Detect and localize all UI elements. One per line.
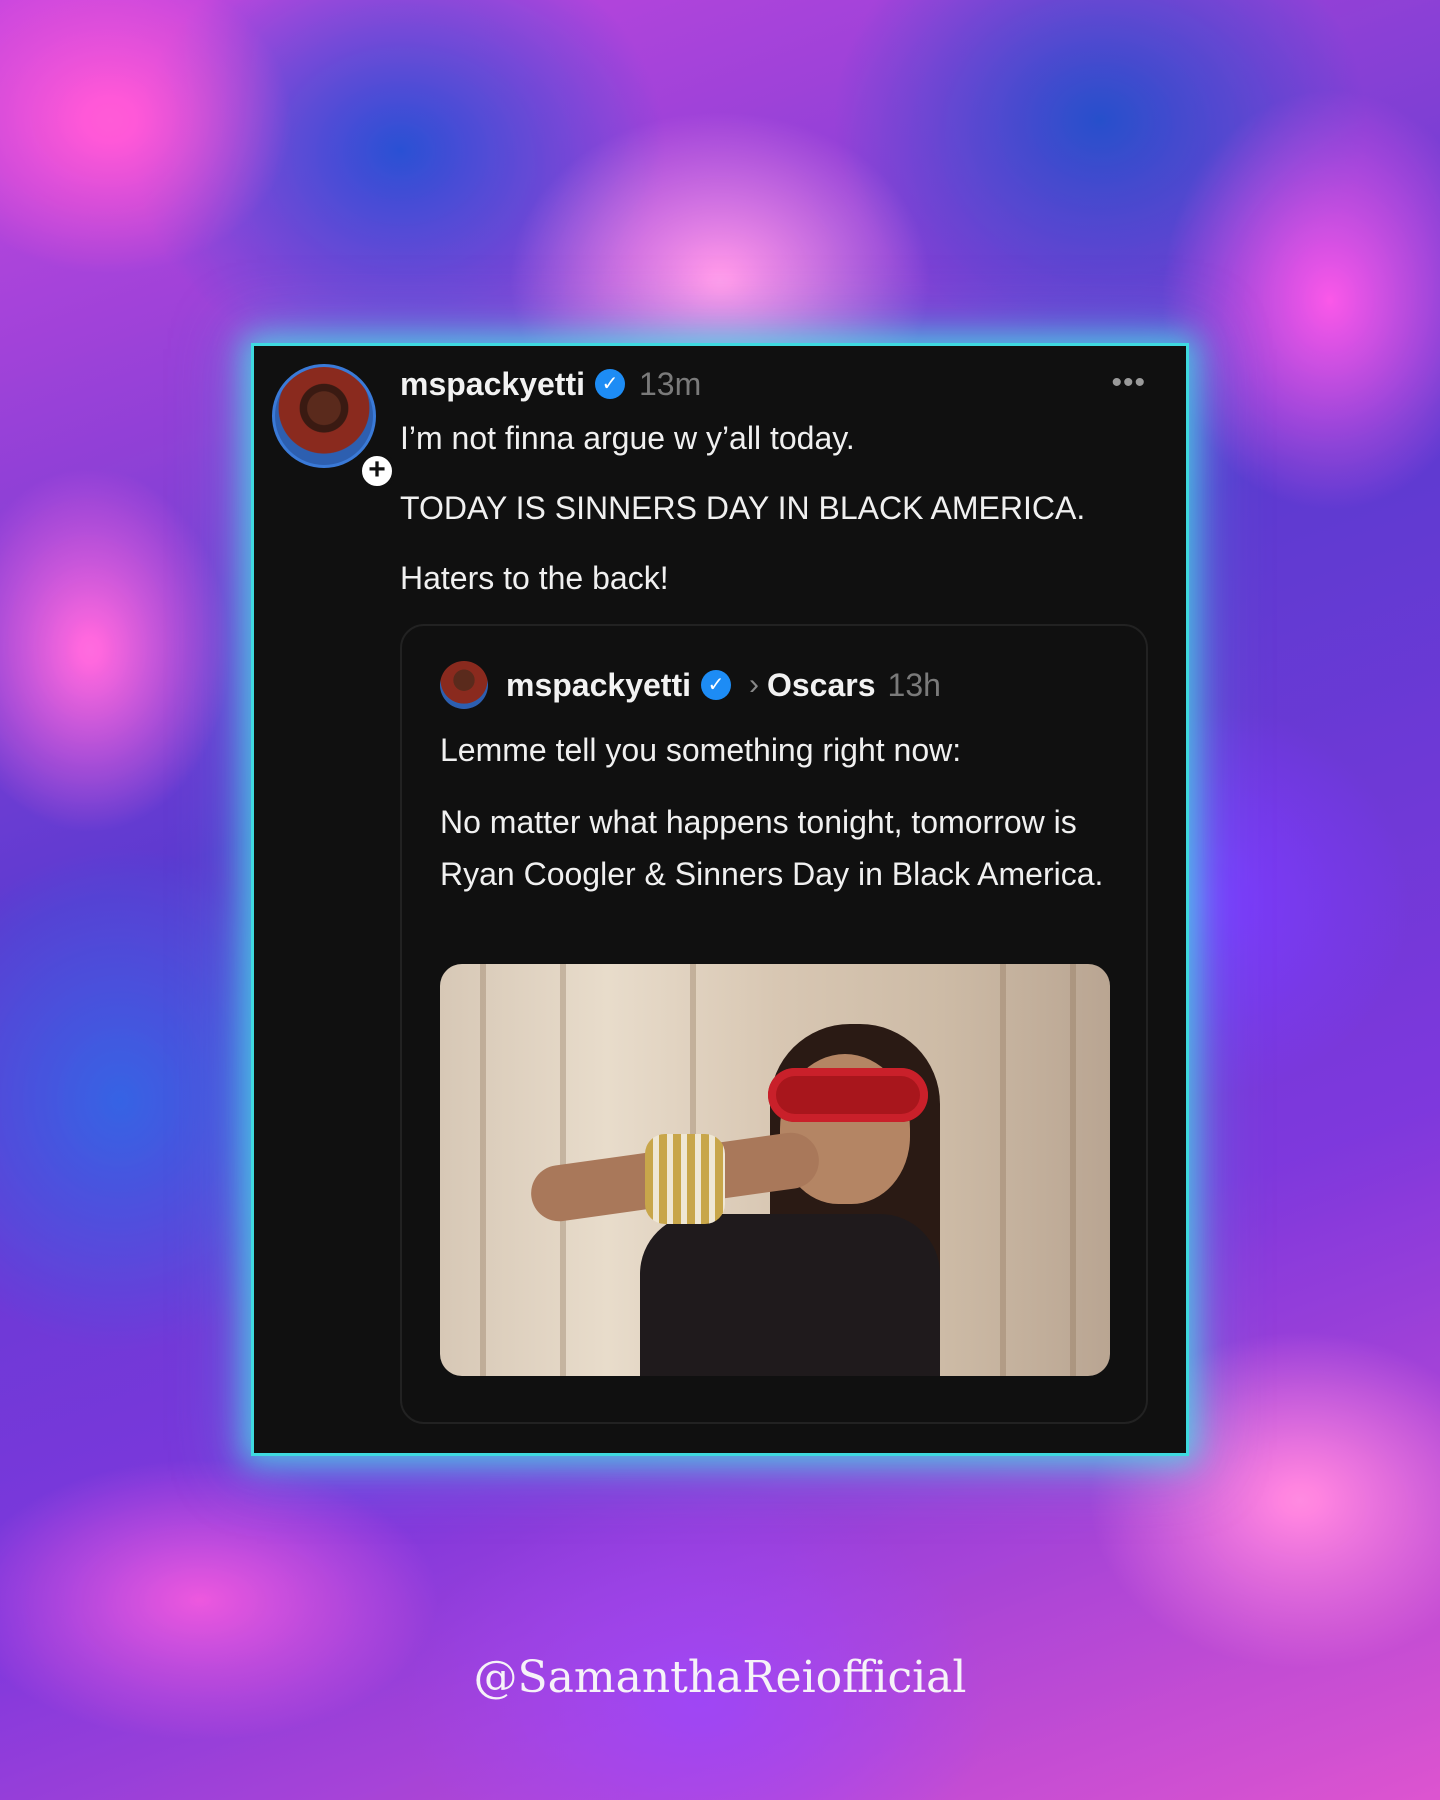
post-header: mspackyetti ✓ 13m (400, 362, 701, 406)
post-timestamp: 13m (638, 365, 702, 402)
post-text-line: I’m not finna argue w y’all today. (400, 420, 855, 456)
quoted-post-header: mspackyetti ✓ › Oscars 13h (440, 660, 941, 710)
avatar[interactable] (272, 364, 376, 468)
curtain-fold (480, 964, 486, 1376)
red-sunglasses (768, 1068, 928, 1122)
quoted-media-image[interactable] (440, 964, 1110, 1376)
quoted-text-line: Lemme tell you something right now: (440, 732, 962, 768)
quoted-text-body: No matter what happens tonight, tomorrow… (440, 804, 1104, 892)
creator-watermark: @SamanthaReiofficial (473, 1652, 967, 1703)
community-tag[interactable]: Oscars (767, 667, 876, 704)
quoted-avatar[interactable] (440, 661, 488, 709)
quoted-post[interactable]: mspackyetti ✓ › Oscars 13h Lemme tell yo… (400, 624, 1148, 1424)
verified-badge-icon: ✓ (594, 369, 625, 399)
quoted-timestamp: 13h (887, 666, 941, 703)
threads-post-card: + mspackyetti ✓ 13m ••• I’m not finna ar… (254, 346, 1186, 1453)
curtain-fold (1070, 964, 1076, 1376)
curtain-fold (1000, 964, 1006, 1376)
post-text-line: TODAY IS SINNERS DAY IN BLACK AMERICA. (400, 490, 1086, 526)
more-options-icon[interactable]: ••• (1111, 366, 1146, 400)
quoted-author-handle[interactable]: mspackyetti (506, 667, 691, 704)
author-handle[interactable]: mspackyetti (400, 366, 585, 403)
verified-badge-icon: ✓ (700, 670, 731, 700)
person-jacket (640, 1214, 940, 1376)
author-avatar-group[interactable]: + (272, 364, 396, 490)
chevron-right-icon: › (748, 668, 759, 701)
follow-plus-icon[interactable]: + (358, 452, 396, 490)
bracelets (645, 1134, 725, 1224)
post-text-line: Haters to the back! (400, 560, 669, 596)
